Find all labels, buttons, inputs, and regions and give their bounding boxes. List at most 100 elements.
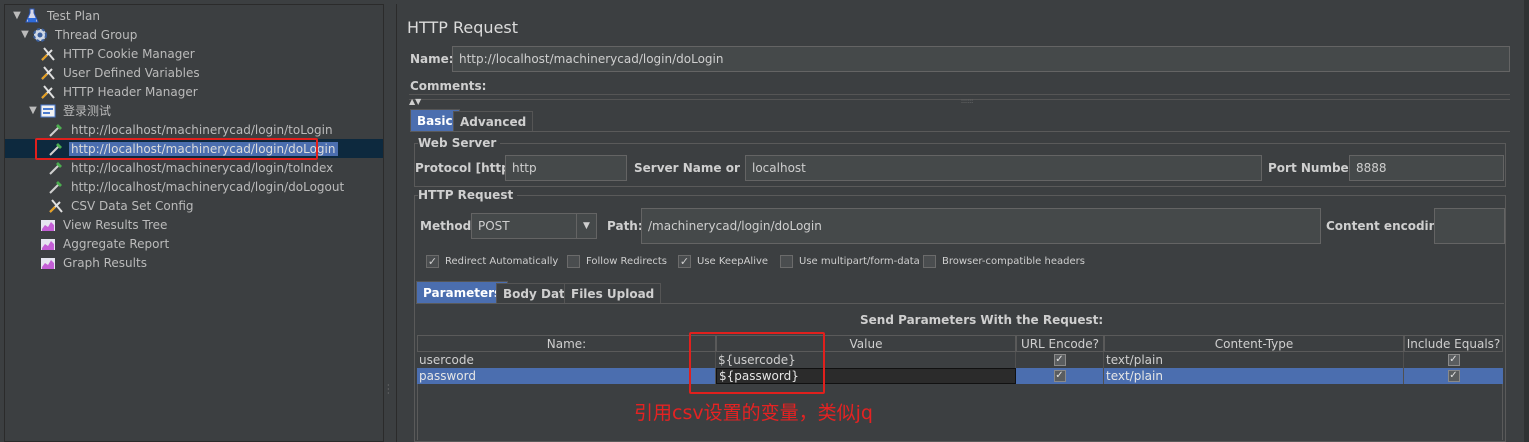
checkbox-box-icon[interactable] <box>780 255 793 268</box>
tree-item-thread-group[interactable]: ▼ Thread Group <box>19 25 139 44</box>
column-header-content-type[interactable]: Content-Type <box>1104 335 1404 352</box>
path-field[interactable]: /machinerycad/login/doLogin <box>641 208 1321 244</box>
path-label: Path: <box>607 219 643 233</box>
tree-item-user-defined-variables[interactable]: User Defined Variables <box>39 63 202 82</box>
tree-item-dologout[interactable]: http://localhost/machinerycad/login/doLo… <box>47 177 346 196</box>
checkbox-label: Redirect Automatically <box>445 256 559 267</box>
tree-item-label: 登录测试 <box>63 104 112 118</box>
name-field[interactable]: http://localhost/machinerycad/login/doLo… <box>452 46 1510 72</box>
graph-icon <box>39 236 57 252</box>
annotation-text: 引用csv设置的变量，类似jq <box>634 402 873 424</box>
checkmark-icon[interactable]: ✓ <box>1447 354 1460 366</box>
resize-grip-icon[interactable]: :::::: <box>961 98 973 105</box>
tree-item-toindex[interactable]: http://localhost/machinerycad/login/toIn… <box>47 158 335 177</box>
browser-compatible-headers-checkbox[interactable]: Browser-compatible headers <box>923 255 1085 268</box>
sub-tab-divider <box>416 303 1504 304</box>
name-label: Name: <box>410 52 454 66</box>
follow-redirects-checkbox[interactable]: Follow Redirects <box>567 255 667 268</box>
column-header-name[interactable]: Name: <box>417 335 716 352</box>
tree-item-label: http://localhost/machinerycad/login/toIn… <box>71 160 334 175</box>
pipette-icon <box>47 179 65 195</box>
tree-item-cookie-manager[interactable]: HTTP Cookie Manager <box>39 44 197 63</box>
page-title: HTTP Request <box>407 18 519 37</box>
web-server-title: Web Server <box>418 136 501 150</box>
wrench-icon <box>47 198 65 214</box>
split-pane-divider[interactable]: · · · <box>384 0 394 442</box>
column-header-url-encode[interactable]: URL Encode? <box>1016 335 1104 352</box>
drag-handle-icon[interactable]: · · · <box>387 382 390 398</box>
tree-item-label: Test Plan <box>47 8 100 23</box>
expand-toggle-icon[interactable]: ▼ <box>19 29 31 40</box>
tab-parameters[interactable]: Parameters <box>416 281 509 303</box>
checkbox-box-icon[interactable] <box>923 255 936 268</box>
tree-item-view-results-tree[interactable]: View Results Tree <box>39 215 169 234</box>
tab-divider <box>410 131 1510 132</box>
tree-item-login-test[interactable]: ▼ 登录测试 <box>27 101 113 120</box>
protocol-field[interactable]: http <box>505 155 627 181</box>
tab-advanced[interactable]: Advanced <box>453 111 534 131</box>
comments-area[interactable] <box>409 94 1510 100</box>
wrench-icon <box>39 46 57 62</box>
test-plan-tree: ▼ Test Plan ▼ Thread Group HTTP Cookie M… <box>4 4 384 442</box>
tree-item-csv-data-set-config[interactable]: CSV Data Set Config <box>47 196 196 215</box>
tree-item-label: View Results Tree <box>63 217 168 232</box>
redirect-automatically-checkbox[interactable]: ✓ Redirect Automatically <box>426 255 558 268</box>
url-encode-cell[interactable]: ✓ <box>1016 368 1104 384</box>
server-field[interactable]: localhost <box>745 155 1262 181</box>
tab-files-upload[interactable]: Files Upload <box>564 283 662 303</box>
url-encode-cell[interactable]: ✓ <box>1016 352 1104 368</box>
controller-icon <box>39 103 57 119</box>
tree-item-header-manager[interactable]: HTTP Header Manager <box>39 82 200 101</box>
http-request-title: HTTP Request <box>418 188 518 202</box>
tree-item-label: Thread Group <box>55 27 138 42</box>
collapse-arrows-icon[interactable]: ▲▼ <box>409 97 421 106</box>
checkmark-icon[interactable]: ✓ <box>1447 370 1460 382</box>
include-equals-cell[interactable]: ✓ <box>1404 352 1503 368</box>
use-keepalive-checkbox[interactable]: ✓ Use KeepAlive <box>678 255 768 268</box>
tree-item-label: Aggregate Report <box>63 236 170 251</box>
wrench-icon <box>39 65 57 81</box>
tree-item-label: Graph Results <box>63 255 147 270</box>
method-value: POST <box>478 219 510 233</box>
include-equals-cell[interactable]: ✓ <box>1404 368 1503 384</box>
tree-item-test-plan[interactable]: ▼ Test Plan <box>11 6 102 25</box>
column-header-include-equals[interactable]: Include Equals? <box>1404 335 1503 352</box>
param-name-cell[interactable]: password <box>417 368 716 384</box>
method-select[interactable]: POST ▼ <box>471 213 597 239</box>
checkmark-icon[interactable]: ✓ <box>678 255 691 268</box>
tree-item-label: HTTP Cookie Manager <box>63 46 195 61</box>
checkbox-label: Follow Redirects <box>586 256 667 267</box>
content-type-cell[interactable]: text/plain <box>1104 352 1404 368</box>
expand-toggle-icon[interactable]: ▼ <box>11 10 23 21</box>
content-type-cell[interactable]: text/plain <box>1104 368 1404 384</box>
tree-item-aggregate-report[interactable]: Aggregate Report <box>39 234 171 253</box>
gear-icon <box>31 27 49 43</box>
highlight-box <box>689 332 825 394</box>
content-encoding-label: Content encoding: <box>1326 219 1451 233</box>
expand-toggle-icon[interactable]: ▼ <box>27 105 39 116</box>
content-encoding-field[interactable] <box>1434 208 1505 244</box>
checkbox-box-icon[interactable] <box>567 255 580 268</box>
tree-item-tologin[interactable]: http://localhost/machinerycad/login/toLo… <box>47 120 335 139</box>
pipette-icon <box>47 122 65 138</box>
tree-item-graph-results[interactable]: Graph Results <box>39 253 149 272</box>
use-multipart-checkbox[interactable]: Use multipart/form-data <box>780 255 920 268</box>
checkmark-icon[interactable]: ✓ <box>426 255 439 268</box>
wrench-icon <box>39 84 57 100</box>
pipette-icon <box>47 160 65 176</box>
port-field[interactable]: 8888 <box>1349 155 1504 181</box>
checkbox-label: Browser-compatible headers <box>942 256 1085 267</box>
param-name-cell[interactable]: usercode <box>417 352 716 368</box>
server-label: Server Name or IP: <box>634 161 763 175</box>
tree-item-label: HTTP Header Manager <box>63 84 198 99</box>
checkbox-label: Use multipart/form-data <box>799 256 920 267</box>
port-label: Port Number: <box>1268 161 1360 175</box>
table-empty-area[interactable] <box>417 384 1503 440</box>
comments-label: Comments: <box>410 79 487 93</box>
chevron-down-icon[interactable]: ▼ <box>576 214 596 238</box>
tree-item-label: http://localhost/machinerycad/login/doLo… <box>71 179 345 194</box>
scrollbar[interactable] <box>1524 0 1529 442</box>
checkmark-icon[interactable]: ✓ <box>1053 370 1066 382</box>
checkmark-icon[interactable]: ✓ <box>1053 354 1066 366</box>
jmeter-window: ▼ Test Plan ▼ Thread Group HTTP Cookie M… <box>0 0 1529 442</box>
